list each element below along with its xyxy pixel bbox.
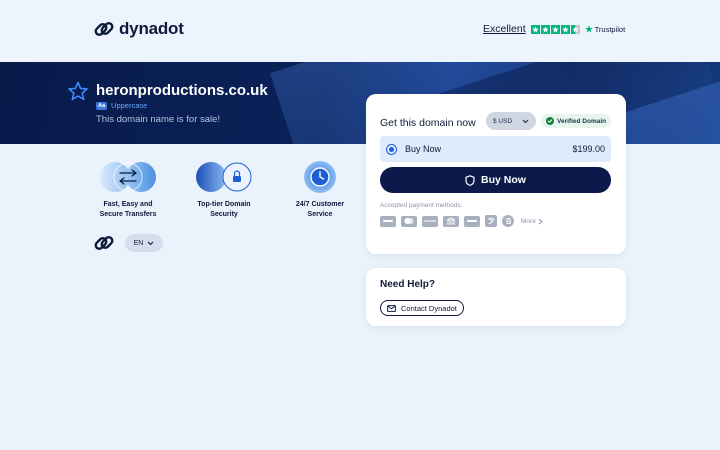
trustpilot-stars [530,24,580,34]
radio-dot [389,146,394,152]
language-selector[interactable]: EN [125,234,163,252]
option-label: Buy Now [405,144,442,154]
alipay-icon [485,215,497,227]
dynadot-logo[interactable]: dynadot [93,18,184,40]
feature-label: Top-tier Domain Security [184,200,264,220]
verified-badge: Verified Domain [541,114,612,128]
buy-now-option[interactable]: Buy Now $199.00 [380,136,611,162]
domain-name: heronproductions.co.uk [96,82,268,99]
feature-label-line: Security [210,211,238,218]
trustpilot-brand-label: Trustpilot [594,24,626,34]
currency-label: $ USD [493,117,513,125]
star-icon [560,24,570,34]
chevron-down-icon [147,241,154,245]
option-price: $199.00 [572,144,605,154]
buy-now-label: Buy Now [481,174,526,186]
domain-info: heronproductions.co.uk Aa Uppercase This… [96,82,268,125]
language-label: EN [133,239,144,247]
chevron-right-icon [538,218,543,224]
footer-logo-language: EN [93,232,163,254]
case-badge: Aa [96,101,108,110]
clock-icon [304,161,336,193]
star-icon [550,24,560,34]
buy-card: Get this domain now $ USD Verified Domai… [366,94,626,254]
trustpilot-star-icon [584,25,593,33]
discover-icon [422,215,438,227]
lock-icon [196,162,252,192]
trustpilot-widget[interactable]: Excellent Trustpilot [483,23,625,35]
feature-label-line: 24/7 Customer [295,201,345,208]
feature-label-line: Top-tier Domain [197,201,251,208]
trustpilot-rating-text: Excellent [483,23,526,35]
chain-link-icon [94,22,114,36]
paypal-icon [464,215,480,227]
feature-transfers: Fast, Easy and Secure Transfers [88,160,168,220]
feature-label-line: Fast, Easy and [103,201,153,208]
mastercard-icon [401,215,417,227]
feature-security: Top-tier Domain Security [184,160,264,220]
contact-label: Contact Dynadot [401,303,457,313]
chevron-down-icon [522,119,529,123]
buy-card-title: Get this domain now [380,117,476,129]
currency-selector[interactable]: $ USD [486,112,536,130]
radio-selected[interactable] [386,143,397,155]
feature-label-line: Secure Transfers [99,211,157,218]
buy-now-button[interactable]: Buy Now [380,167,611,193]
more-label: More [521,217,536,225]
payment-methods: More [380,215,543,227]
feature-label: Fast, Easy and Secure Transfers [88,200,168,220]
chain-link-icon[interactable] [93,232,115,254]
trustpilot-logo: Trustpilot [584,24,626,34]
payment-methods-label: Accepted payment methods: [380,202,463,209]
bitcoin-icon [502,215,514,227]
brand-name: dynadot [119,19,184,38]
star-outline-icon[interactable] [68,81,88,101]
help-title: Need Help? [380,279,436,290]
feature-support: 24/7 Customer Service [280,160,360,220]
domain-header: heronproductions.co.uk Aa Uppercase This… [68,81,268,125]
half-star-icon [570,24,580,34]
star-icon [530,24,540,34]
feature-label-line: Service [307,211,333,218]
more-payments-link[interactable]: More [521,218,543,225]
shield-icon [465,174,475,186]
feature-label: 24/7 Customer Service [280,200,360,220]
verified-label: Verified Domain [557,117,607,125]
case-label: Uppercase [111,101,148,110]
star-icon [540,24,550,34]
for-sale-text: This domain name is for sale! [96,114,221,125]
transfer-arrows-icon [100,162,156,192]
help-card: Need Help? Contact Dynadot [366,268,626,326]
contact-dynadot-button[interactable]: Contact Dynadot [380,300,464,316]
bank-icon [443,215,459,227]
check-circle-icon [546,117,554,125]
mail-icon [387,304,396,312]
visa-icon [380,215,396,227]
case-toggle[interactable]: Aa Uppercase [96,101,268,110]
top-bar: dynadot Excellent Trustpilot [0,0,720,62]
